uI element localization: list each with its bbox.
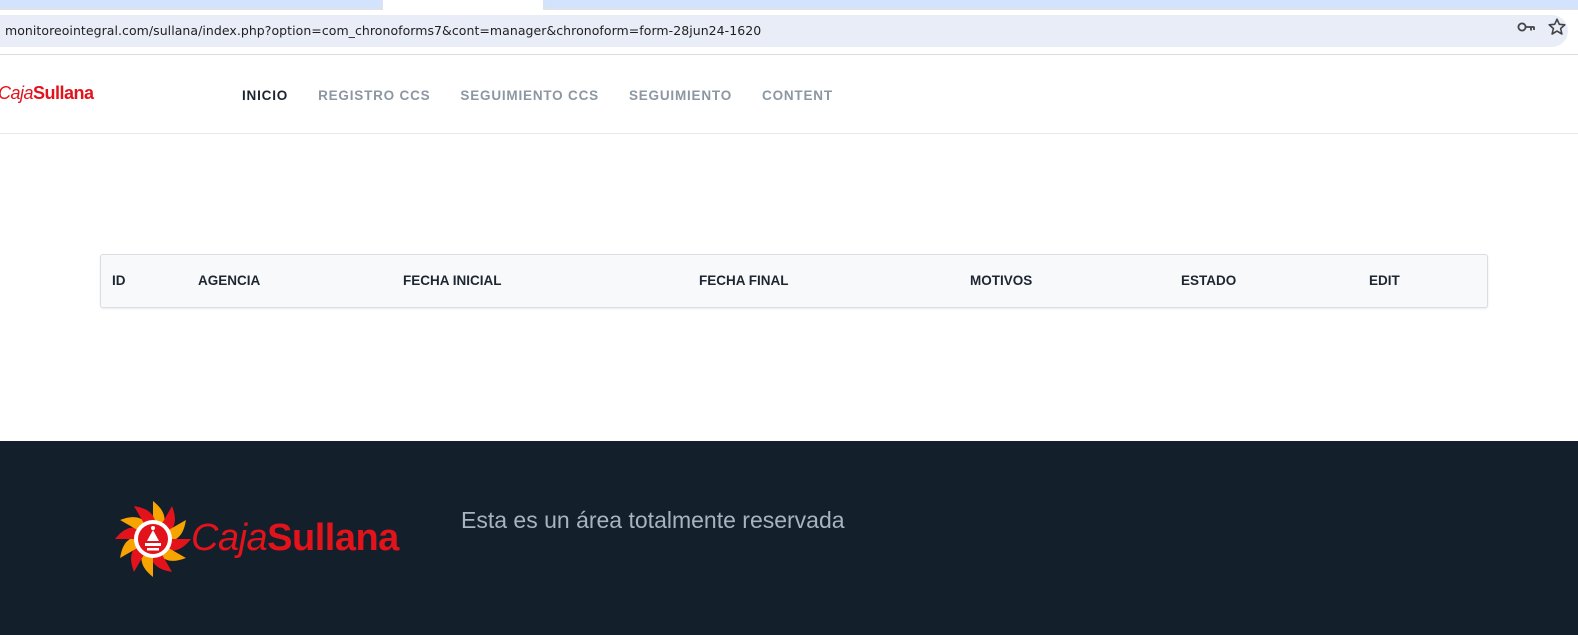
browser-toolbar: monitoreointegral.com/sullana/index.php?… (0, 10, 1578, 55)
site-footer: CajaSullana Esta es un área totalmente r… (0, 441, 1578, 635)
footer-logo-caja: Caja (191, 517, 268, 559)
footer-logo-text: CajaSullana (191, 517, 399, 560)
nav-item-seguimiento-ccs[interactable]: SEGUIMIENTO CCS (460, 88, 599, 103)
star-icon[interactable] (1547, 17, 1567, 37)
nav-item-inicio[interactable]: INICIO (242, 88, 288, 103)
browser-tab[interactable] (0, 0, 383, 8)
nav-item-seguimiento[interactable]: SEGUIMIENTO (629, 88, 732, 103)
nav-item-registro-ccs[interactable]: REGISTRO CCS (318, 88, 430, 103)
column-header-estado[interactable]: ESTADO (1181, 273, 1236, 288)
caja-sullana-emblem-icon (115, 501, 191, 577)
browser-tab-active[interactable] (383, 0, 543, 10)
browser-tabstrip (0, 0, 1578, 10)
main-nav: INICIO REGISTRO CCS SEGUIMIENTO CCS SEGU… (242, 88, 863, 103)
nav-item-content[interactable]: CONTENT (762, 88, 833, 103)
address-bar[interactable]: monitoreointegral.com/sullana/index.php?… (0, 15, 1568, 47)
column-header-edit[interactable]: EDIT (1369, 273, 1400, 288)
site-header: CajaSullana INICIO REGISTRO CCS SEGUIMIE… (0, 56, 1578, 134)
column-header-agencia[interactable]: AGENCIA (198, 273, 260, 288)
footer-logo-sullana: Sullana (267, 517, 399, 559)
address-url[interactable]: monitoreointegral.com/sullana/index.php?… (5, 23, 761, 38)
browser-tab[interactable] (543, 0, 1578, 8)
column-header-fecha-inicial[interactable]: FECHA INICIAL (403, 273, 502, 288)
logo-caja-text: Caja (0, 83, 34, 103)
footer-notice: Esta es un área totalmente reservada (461, 507, 845, 533)
site-logo[interactable]: CajaSullana (0, 83, 94, 104)
column-header-motivos[interactable]: MOTIVOS (970, 273, 1032, 288)
footer-logo: CajaSullana (113, 499, 413, 579)
column-header-id[interactable]: ID (112, 273, 126, 288)
column-header-fecha-final[interactable]: FECHA FINAL (699, 273, 789, 288)
key-icon[interactable] (1517, 20, 1537, 34)
logo-sullana-text: Sullana (33, 83, 94, 103)
records-table: ID AGENCIA FECHA INICIAL FECHA FINAL MOT… (100, 254, 1488, 308)
